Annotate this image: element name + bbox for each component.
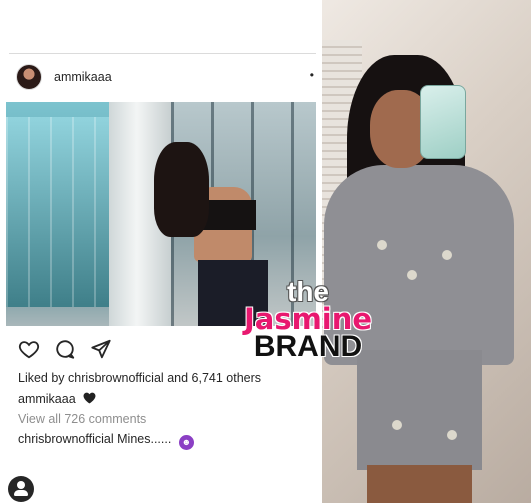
instagram-screenshot: ammikaaa • Liked by chrisbrownofficial a… [0,0,322,503]
post-header: ammikaaa • [16,64,316,92]
divider [9,53,316,54]
mirror-selfie-photo [322,0,531,503]
heart-icon[interactable] [18,338,40,360]
building-background [6,117,126,307]
embroidered-flower [377,240,387,250]
likes-user[interactable]: chrisbrownofficial [68,371,164,385]
legs [367,465,472,503]
watermark-jasmine: Jasmine [243,302,373,336]
watermark-brand: BRAND [253,330,363,363]
embroidered-flower [442,250,452,260]
caption: ammikaaa [18,392,96,407]
caption-username[interactable]: ammikaaa [18,392,76,406]
post-actions [18,338,128,360]
post-username[interactable]: ammikaaa [54,70,112,84]
embroidered-flower [447,430,457,440]
comment-username[interactable]: chrisbrownofficial [18,432,114,446]
paper-plane-icon[interactable] [90,338,112,360]
grey-skirt [357,350,482,470]
comment: chrisbrownofficial Mines...... ☻ [18,432,194,450]
smiling-devil-icon: ☻ [178,435,194,450]
embroidered-flower [407,270,417,280]
comment-text: Mines...... [117,432,172,446]
likes-line: Liked by chrisbrownofficial and 6,741 ot… [18,371,261,385]
ellipsis-icon[interactable]: • [310,68,314,82]
phone [420,85,466,159]
profile-icon[interactable] [8,476,34,502]
hair [154,142,209,237]
black-heart-icon [83,392,96,407]
embroidered-flower [392,420,402,430]
avatar[interactable] [16,64,42,90]
likes-prefix: Liked by [18,371,65,385]
likes-suffix[interactable]: and 6,741 others [167,371,261,385]
view-all-comments-link[interactable]: View all 726 comments [18,412,146,426]
comment-bubble-icon[interactable] [54,338,76,360]
the-jasmine-brand-watermark: the Jasmine BRAND [228,278,388,362]
